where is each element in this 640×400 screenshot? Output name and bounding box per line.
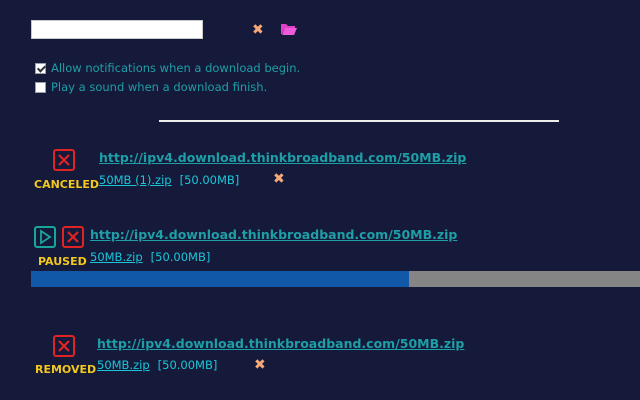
progress-fill xyxy=(31,271,409,287)
download-url-link[interactable]: http://ipv4.download.thinkbroadband.com/… xyxy=(97,336,464,351)
status-label: PAUSED xyxy=(38,255,87,268)
status-label: REMOVED xyxy=(35,363,97,376)
play-icon xyxy=(40,229,52,245)
folder-open-icon[interactable] xyxy=(280,22,298,36)
sound-option[interactable]: Play a sound when a download finish. xyxy=(35,80,267,94)
cancel-button[interactable] xyxy=(62,226,84,248)
remove-icon[interactable]: ✖ xyxy=(254,358,266,372)
cancel-icon xyxy=(58,340,70,352)
download-progress-bar xyxy=(31,271,640,287)
filename-link[interactable]: 50MB.zip xyxy=(97,358,150,372)
cancel-icon xyxy=(67,231,79,243)
file-size: [50.00MB] xyxy=(179,173,240,187)
resume-button[interactable] xyxy=(34,226,56,248)
download-url-link[interactable]: http://ipv4.download.thinkbroadband.com/… xyxy=(99,150,466,165)
sound-label: Play a sound when a download finish. xyxy=(51,80,268,94)
notify-option[interactable]: Allow notifications when a download begi… xyxy=(35,61,300,75)
status-label: CANCELED xyxy=(34,178,100,191)
remove-icon[interactable]: ✖ xyxy=(273,172,285,186)
file-info: 50MB (1).zip [50.00MB] xyxy=(99,173,239,187)
divider xyxy=(159,120,559,122)
path-input[interactable] xyxy=(31,20,203,39)
filename-link[interactable]: 50MB.zip xyxy=(90,250,143,264)
clear-icon[interactable]: ✖ xyxy=(252,23,264,37)
notify-label: Allow notifications when a download begi… xyxy=(51,61,301,75)
file-info: 50MB.zip [50.00MB] xyxy=(97,358,217,372)
cancel-button[interactable] xyxy=(53,149,75,171)
filename-link[interactable]: 50MB (1).zip xyxy=(99,173,172,187)
file-size: [50.00MB] xyxy=(150,250,211,264)
sound-checkbox[interactable] xyxy=(35,81,46,93)
notify-checkbox[interactable] xyxy=(35,62,46,74)
cancel-button[interactable] xyxy=(53,335,75,357)
file-size: [50.00MB] xyxy=(157,358,218,372)
cancel-icon xyxy=(58,154,70,166)
file-info: 50MB.zip [50.00MB] xyxy=(90,250,210,264)
download-url-link[interactable]: http://ipv4.download.thinkbroadband.com/… xyxy=(90,227,457,242)
